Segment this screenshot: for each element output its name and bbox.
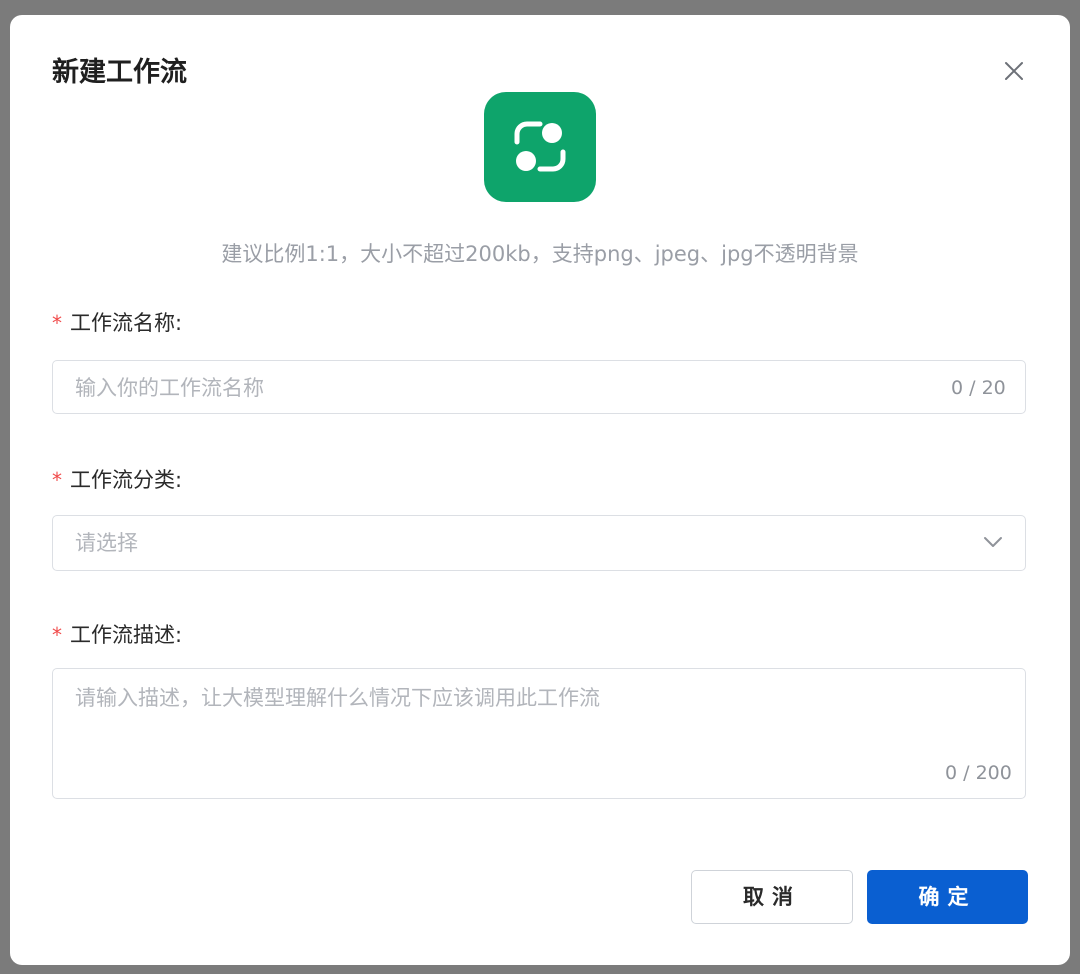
description-field[interactable]: 0 / 200 [52,668,1026,799]
name-counter: 0 / 20 [951,377,1006,399]
category-placeholder: 请选择 [75,531,138,555]
description-label-text: 工作流描述: [70,623,183,647]
name-label: * 工作流名称: [52,308,182,338]
new-workflow-dialog: 新建工作流 建议比例1:1，大小不超过200kb，支持png、jpeg、jpg不… [10,15,1070,965]
description-counter: 0 / 200 [945,762,1012,784]
required-mark: * [52,623,62,647]
upload-hint: 建议比例1:1，大小不超过200kb，支持png、jpeg、jpg不透明背景 [221,242,859,266]
name-label-text: 工作流名称: [70,311,183,335]
required-mark: * [52,468,62,492]
description-input[interactable] [75,683,995,763]
chevron-down-icon [984,537,1002,547]
category-label-text: 工作流分类: [70,468,183,492]
cancel-button[interactable]: 取消 [691,870,853,924]
workflow-avatar-upload[interactable] [484,92,596,202]
category-select[interactable]: 请选择 [52,515,1026,571]
required-mark: * [52,311,62,335]
category-label: * 工作流分类: [52,465,182,495]
description-label: * 工作流描述: [52,620,182,650]
close-button[interactable] [1000,57,1028,85]
name-input[interactable] [75,373,915,403]
workflow-icon [514,121,566,172]
close-icon [1005,62,1023,80]
confirm-button[interactable]: 确定 [867,870,1028,924]
dialog-title: 新建工作流 [52,57,187,88]
name-field[interactable]: 0 / 20 [52,360,1026,414]
